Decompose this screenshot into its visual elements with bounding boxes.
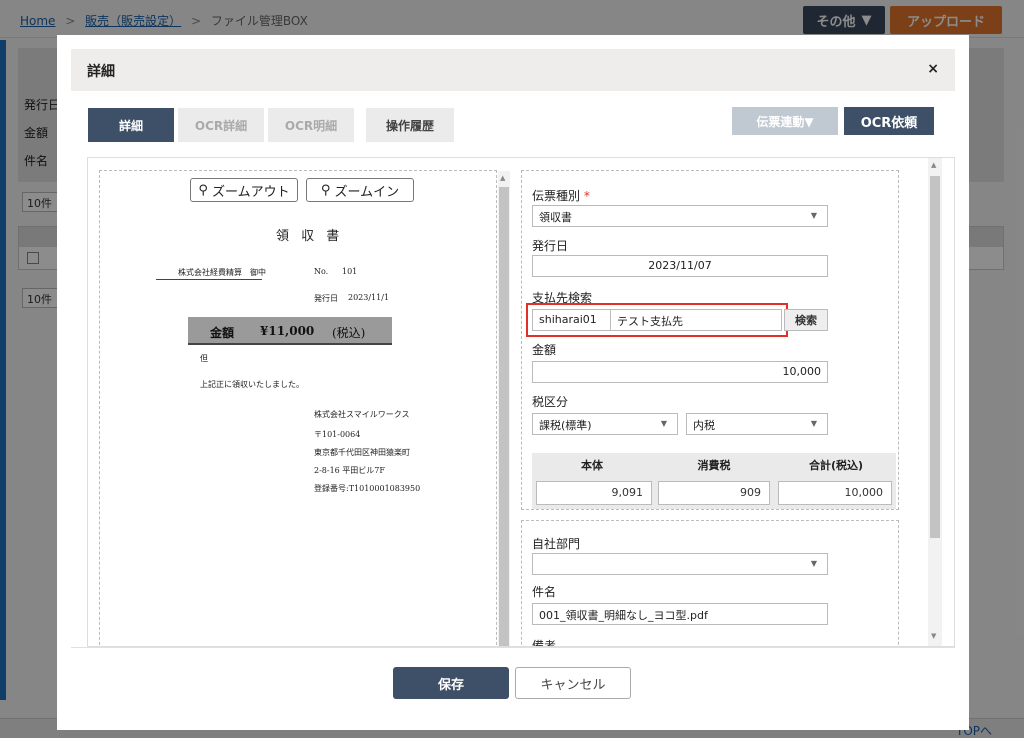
tax-value-base[interactable]: 9,091 bbox=[536, 481, 652, 505]
modal-title: 詳細 bbox=[87, 64, 115, 80]
document-preview: ⚲ ズームアウト ⚲ ズームイン 領 収 書 株式会社経費精算 御中 No. 1… bbox=[99, 170, 510, 646]
scroll-up-icon[interactable]: ▲ bbox=[931, 161, 936, 169]
receipt-tax-note: (税込) bbox=[332, 326, 366, 340]
tax-header-tax: 消費税 bbox=[697, 459, 731, 472]
content-area: ⚲ ズームアウト ⚲ ズームイン 領 収 書 株式会社経費精算 御中 No. 1… bbox=[87, 157, 955, 647]
tab-detail[interactable]: 詳細 bbox=[88, 108, 174, 142]
tax-header-base: 本体 bbox=[581, 459, 603, 472]
tax-value-tax[interactable]: 909 bbox=[658, 481, 770, 505]
tax-type-value: 課税(標準) bbox=[539, 419, 592, 432]
tax-value-total[interactable]: 10,000 bbox=[778, 481, 892, 505]
tax-label: 税区分 bbox=[532, 395, 569, 409]
cancel-button[interactable]: キャンセル bbox=[515, 667, 631, 699]
tax-breakdown-table: 本体 消費税 合計(税込) 9,091 909 10,000 bbox=[532, 453, 896, 509]
tax-type-select[interactable]: 課税(標準) ▼ bbox=[532, 413, 678, 435]
receipt-addressee: 株式会社経費精算 bbox=[178, 268, 242, 277]
tab-history[interactable]: 操作履歴 bbox=[366, 108, 454, 142]
issuer-line: 株式会社スマイルワークス bbox=[314, 410, 410, 419]
department-select[interactable]: ▼ bbox=[532, 553, 828, 575]
zoom-out-button[interactable]: ⚲ ズームアウト bbox=[190, 178, 298, 202]
issuer-line: 〒101-0064 bbox=[314, 430, 361, 439]
tax-inclusion-select[interactable]: 内税 ▼ bbox=[686, 413, 828, 435]
tax-inclusion-value: 内税 bbox=[693, 419, 715, 432]
amount-label: 金額 bbox=[532, 343, 557, 357]
receipt-title: 領 収 書 bbox=[276, 229, 344, 244]
subject-label: 件名 bbox=[532, 585, 557, 599]
search-icon: ⚲ bbox=[198, 182, 208, 198]
form-scrollbar[interactable]: ▲ ▼ bbox=[928, 158, 942, 646]
form-scroll-thumb[interactable] bbox=[930, 176, 940, 538]
scroll-up-icon[interactable]: ▲ bbox=[500, 174, 505, 182]
search-icon: ⚲ bbox=[320, 182, 331, 198]
scroll-down-icon[interactable]: ▼ bbox=[931, 632, 936, 640]
required-mark: * bbox=[583, 189, 590, 203]
preview-scroll-thumb[interactable] bbox=[499, 187, 509, 646]
slip-type-label-text: 伝票種別 bbox=[532, 189, 581, 203]
slip-type-label: 伝票種別 * bbox=[532, 187, 590, 204]
zoom-in-label: ズームイン bbox=[334, 184, 400, 200]
amount-input[interactable]: 10,000 bbox=[532, 361, 828, 383]
slip-link-button[interactable]: 伝票連動▼ bbox=[732, 107, 838, 135]
slip-type-value: 領収書 bbox=[539, 211, 572, 224]
form-section-main: 伝票種別 * 領収書 ▼ 発行日 2023/11/07 支払先検索 shihar… bbox=[521, 170, 899, 510]
receipt-received-text: 上記正に領収いたしました。 bbox=[200, 380, 304, 389]
detail-modal: 詳細 × 詳細 OCR詳細 OCR明細 操作履歴 伝票連動▼ OCR依頼 ⚲ ズ… bbox=[57, 35, 969, 730]
receipt-no-value: 101 bbox=[342, 267, 358, 276]
chevron-down-icon: ▼ bbox=[810, 211, 817, 220]
receipt-date-value: 2023/11/1 bbox=[348, 293, 390, 302]
memo-label: 備考 bbox=[532, 639, 557, 647]
chevron-down-icon: ▼ bbox=[660, 419, 667, 428]
receipt-amount-bar: 金額 ¥11,000 (税込) bbox=[188, 317, 392, 345]
issue-date-label: 発行日 bbox=[532, 239, 569, 253]
department-label: 自社部門 bbox=[532, 537, 581, 551]
issue-date-input[interactable]: 2023/11/07 bbox=[532, 255, 828, 277]
zoom-out-label: ズームアウト bbox=[211, 184, 290, 200]
chevron-down-icon: ▼ bbox=[810, 419, 817, 428]
payee-highlight-box bbox=[526, 303, 788, 337]
tab-ocr-lines[interactable]: OCR明細 bbox=[268, 108, 354, 142]
save-button[interactable]: 保存 bbox=[393, 667, 509, 699]
subject-input[interactable]: 001_領収書_明細なし_ヨコ型.pdf bbox=[532, 603, 828, 625]
issuer-line: 登録番号:T1010001083950 bbox=[314, 484, 421, 493]
form-section-extra: 自社部門 ▼ 件名 001_領収書_明細なし_ヨコ型.pdf 備考 bbox=[521, 520, 899, 647]
addressee-underline bbox=[156, 279, 262, 280]
tab-ocr-detail[interactable]: OCR詳細 bbox=[178, 108, 264, 142]
modal-header: 詳細 × bbox=[71, 49, 955, 91]
issuer-line: 2-8-16 平田ビル7F bbox=[314, 466, 385, 475]
footer-divider bbox=[71, 647, 955, 648]
receipt-tadashi: 但 bbox=[200, 354, 208, 363]
receipt-amount-label: 金額 bbox=[210, 326, 235, 340]
receipt-date-label: 発行日 bbox=[314, 294, 338, 303]
receipt-amount-value: ¥11,000 bbox=[260, 324, 315, 338]
chevron-down-icon: ▼ bbox=[810, 559, 817, 568]
slip-type-select[interactable]: 領収書 ▼ bbox=[532, 205, 828, 227]
preview-scrollbar[interactable]: ▲ bbox=[498, 171, 510, 646]
payee-search-button[interactable]: 検索 bbox=[784, 309, 828, 331]
tax-header-total: 合計(税込) bbox=[808, 459, 864, 472]
issuer-line: 東京都千代田区神田猿楽町 bbox=[314, 448, 410, 457]
ocr-request-button[interactable]: OCR依頼 bbox=[844, 107, 934, 135]
receipt-honorific: 御中 bbox=[250, 268, 266, 277]
close-icon[interactable]: × bbox=[927, 61, 939, 77]
receipt-no-label: No. bbox=[314, 267, 329, 276]
zoom-in-button[interactable]: ⚲ ズームイン bbox=[306, 178, 414, 202]
